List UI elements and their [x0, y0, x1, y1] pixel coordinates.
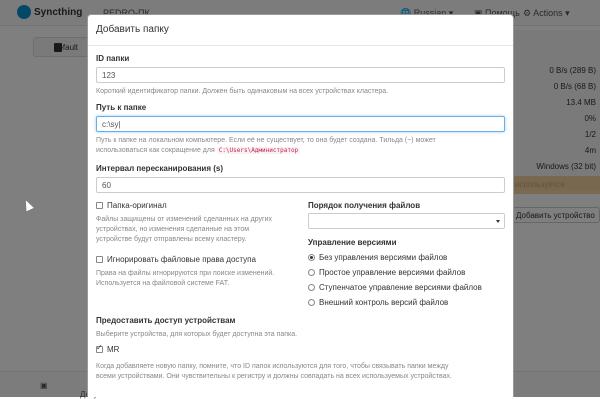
- footer-note-line: Когда добавляете новую папку, помните, ч…: [96, 363, 449, 370]
- device-mr-checkbox-box[interactable]: [96, 343, 103, 353]
- dialog-header: Добавить папку: [88, 15, 513, 46]
- versioning-radio-simple[interactable]: [308, 269, 315, 276]
- versioning-option-staggered[interactable]: Ступенчатое управление версиями файлов: [308, 283, 482, 292]
- pull-order-select[interactable]: [308, 213, 505, 229]
- share-devices-help: Выберите устройства, для которых будет д…: [96, 331, 298, 338]
- folder-path-label: Путь к папке: [96, 103, 147, 112]
- folder-path-input[interactable]: c:\sy|: [96, 116, 505, 132]
- versioning-option-simple[interactable]: Простое управление версиями файлов: [308, 268, 465, 277]
- versioning-label: Управление версиями: [308, 238, 397, 247]
- versioning-radio-none[interactable]: [308, 254, 315, 261]
- ignore-permissions-checkbox[interactable]: Игнорировать файловые права доступа: [96, 255, 256, 264]
- share-devices-label: Предоставить доступ устройствам: [96, 316, 236, 325]
- master-help-line: устройствах, но изменения сделанные на э…: [96, 226, 250, 233]
- folder-path-help-line2: использоваться как сокращение для: [96, 147, 215, 154]
- home-path-code: C:\Users\Администратор: [216, 147, 301, 154]
- ignore-permissions-checkbox-box[interactable]: [96, 256, 103, 263]
- master-folder-help: Файлы защищены от изменений сделанных на…: [96, 215, 296, 245]
- ignore-help-line: Права на файлы игнорируются при поиске и…: [96, 270, 275, 277]
- folder-path-help-line1: Путь к папке на локальном компьютере. Ес…: [96, 137, 436, 144]
- master-help-line: Файлы защищены от изменений сделанных на…: [96, 216, 272, 223]
- ignore-permissions-checkbox-label: Игнорировать файловые права доступа: [107, 255, 256, 264]
- ignore-help-line: Используется на файловой системе FAT.: [96, 280, 230, 287]
- versioning-radio-external[interactable]: [308, 299, 315, 306]
- ignore-permissions-help: Права на файлы игнорируются при поиске и…: [96, 269, 296, 289]
- rescan-interval-label: Интервал пересканирования (s): [96, 164, 224, 173]
- rescan-interval-input[interactable]: 60: [96, 177, 505, 193]
- versioning-option-label: Ступенчатое управление версиями файлов: [319, 283, 482, 292]
- versioning-option-none[interactable]: Без управления версиями файлов: [308, 253, 447, 262]
- versioning-option-external[interactable]: Внешний контроль версий файлов: [308, 298, 448, 307]
- folder-id-input[interactable]: 123: [96, 67, 505, 83]
- master-folder-checkbox-label: Папка-оригинал: [107, 201, 167, 210]
- master-folder-checkbox[interactable]: Папка-оригинал: [96, 201, 167, 210]
- master-help-line: устройстве будут отправлены всему класте…: [96, 236, 247, 243]
- versioning-radio-staggered[interactable]: [308, 284, 315, 291]
- folder-id-label: ID папки: [96, 54, 130, 63]
- device-mr-checkbox[interactable]: MR: [96, 343, 120, 354]
- folder-id-help: Короткий идентификатор папки. Должен быт…: [96, 88, 389, 95]
- versioning-option-label: Без управления версиями файлов: [319, 253, 448, 262]
- folder-path-help: Путь к папке на локальном компьютере. Ес…: [96, 136, 505, 156]
- chevron-down-icon: [496, 220, 500, 223]
- add-folder-dialog: Добавить папку ID папки 123 Короткий иде…: [87, 14, 514, 397]
- pull-order-label: Порядок получения файлов: [308, 201, 421, 210]
- device-mr-label: MR: [107, 345, 120, 354]
- dialog-footer-note: Когда добавляете новую папку, помните, ч…: [96, 362, 505, 382]
- footer-note-line: всеми устройствами. Они чувствительны к …: [96, 373, 452, 380]
- versioning-option-label: Внешний контроль версий файлов: [319, 298, 449, 307]
- master-folder-checkbox-box[interactable]: [96, 202, 103, 209]
- dialog-title: Добавить папку: [96, 24, 169, 35]
- versioning-option-label: Простое управление версиями файлов: [319, 268, 466, 277]
